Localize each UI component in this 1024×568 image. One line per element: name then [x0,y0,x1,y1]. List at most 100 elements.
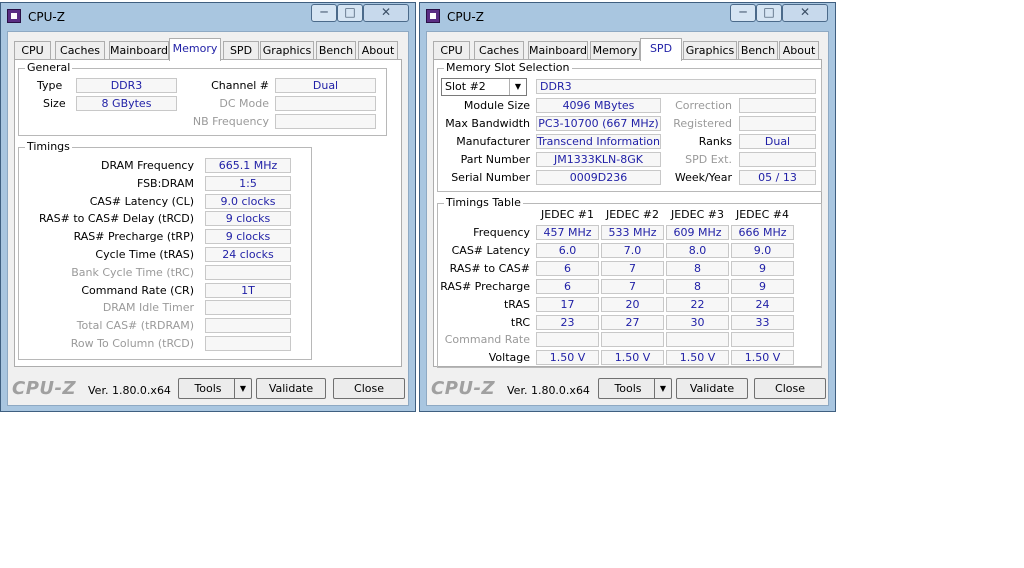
timing-cell [666,332,729,348]
timings-group: Timings DRAM Frequency 665.1 MHz FSB:DRAM 1… [18,140,312,360]
slot-select[interactable]: Slot #2 ▼ [441,78,527,96]
timing-cell: 9 [731,260,794,276]
cpuz-window-spd: CPU-Z ─ □ ✕ CPU Caches Mainboard Memory … [419,2,836,412]
title-bar[interactable]: CPU-Z ─ □ ✕ [1,3,415,27]
tab-about[interactable]: About [779,41,819,60]
spd-ext-value [739,152,816,167]
chevron-down-icon[interactable]: ▼ [509,79,526,95]
minimize-button[interactable]: ─ [730,4,756,22]
close-button[interactable]: Close [333,378,405,399]
cpuz-app-icon [426,9,440,23]
timings-table-legend: Timings Table [444,196,523,209]
timing-label: RAS# to CAS# Delay (tRCD) [38,212,194,226]
tab-bench[interactable]: Bench [738,41,778,60]
timing-cell: 24 [731,296,794,312]
timing-label: Command Rate (CR) [81,283,194,297]
timing-cell [536,332,599,348]
timing-cell [601,332,664,348]
timing-cell: 8 [666,260,729,276]
tab-mainboard[interactable]: Mainboard [109,41,169,60]
correction-value [739,98,816,113]
tab-spd[interactable]: SPD [640,38,682,61]
timing-label: CAS# Latency (CL) [89,194,194,208]
close-button[interactable]: Close [754,378,826,399]
manufacturer-label: Manufacturer [456,135,530,148]
column-header: JEDEC #4 [735,208,789,221]
timing-cell: 23 [536,314,599,330]
timing-cell: 1.50 V [536,350,599,366]
channel-label: Channel # [211,79,269,92]
cpuz-logo: CPU-Z [431,378,496,399]
chevron-down-icon[interactable]: ▼ [234,379,251,398]
timings-table-group: Timings Table JEDEC #1 JEDEC #2 JEDEC #3 JE… [437,196,822,368]
timing-value: 665.1 MHz [205,158,291,173]
title-bar[interactable]: CPU-Z ─ □ ✕ [420,3,835,27]
timing-cell: 27 [601,314,664,330]
close-window-button[interactable]: ✕ [363,4,409,22]
tab-graphics[interactable]: Graphics [260,41,314,60]
size-label: Size [43,97,66,110]
timing-cell: 666 MHz [731,225,794,240]
tools-button[interactable]: Tools ▼ [178,378,252,399]
module-size-label: Module Size [463,99,530,112]
timing-cell: 6.0 [536,242,599,258]
timing-cell: 9 [731,278,794,294]
footer-bar: CPU-Z Ver. 1.80.0.x64 Tools ▼ Validate C… [8,369,408,405]
timing-row-label: tRAS [503,297,530,311]
chevron-down-icon[interactable]: ▼ [654,379,671,398]
timing-value [205,264,291,280]
serial-number-label: Serial Number [451,171,530,184]
tab-about[interactable]: About [358,41,398,60]
tab-memory[interactable]: Memory [169,38,221,61]
column-header: JEDEC #2 [605,208,659,221]
tab-cpu[interactable]: CPU [14,41,51,60]
minimize-button[interactable]: ─ [311,4,337,22]
close-icon: ✕ [799,5,811,19]
tab-cpu[interactable]: CPU [433,41,470,60]
timing-value: 1:5 [205,175,291,191]
tab-bar: CPU Caches Mainboard Memory SPD Graphics… [14,38,402,61]
tab-memory[interactable]: Memory [590,41,640,60]
timing-cell: 533 MHz [601,225,664,240]
tab-bar: CPU Caches Mainboard Memory SPD Graphics… [433,38,822,61]
tab-mainboard[interactable]: Mainboard [528,41,588,60]
tab-spd[interactable]: SPD [223,41,259,60]
maximize-button[interactable]: □ [337,4,363,22]
tools-button[interactable]: Tools ▼ [598,378,672,399]
timing-row-label: RAS# to CAS# [449,261,530,275]
validate-button[interactable]: Validate [676,378,748,399]
timing-row-label: RAS# Precharge [440,279,530,293]
version-label: Ver. 1.80.0.x64 [88,384,171,397]
validate-button[interactable]: Validate [256,378,326,399]
tab-bench[interactable]: Bench [316,41,356,60]
timing-cell: 1.50 V [666,350,729,366]
cpuz-app-icon [7,9,21,23]
tab-caches[interactable]: Caches [55,41,105,60]
week-year-label: Week/Year [674,171,732,184]
timing-cell: 7 [601,260,664,276]
maximize-button[interactable]: □ [756,4,782,22]
dc-mode-label: DC Mode [219,97,269,110]
timing-value [205,300,291,316]
tools-label: Tools [194,382,222,395]
footer-bar: CPU-Z Ver. 1.80.0.x64 Tools ▼ Validate C… [427,369,828,405]
cpuz-window-memory: CPU-Z ─ □ ✕ CPU Caches Mainboard Memory … [0,2,416,412]
serial-number-value: 0009D236 [536,170,661,185]
window-title: CPU-Z [447,10,484,24]
timing-cell: 6 [536,260,599,276]
timing-cell: 8 [666,278,729,294]
timing-value [205,336,291,351]
cpuz-logo: CPU-Z [12,378,77,399]
timing-row-label: tRC [510,315,530,329]
timing-label: Total CAS# (tRDRAM) [76,319,194,333]
tab-graphics[interactable]: Graphics [683,41,737,60]
close-window-button[interactable]: ✕ [782,4,828,22]
timing-cell: 33 [731,314,794,330]
timing-cell: 609 MHz [666,225,729,240]
close-icon: ✕ [380,5,392,19]
timing-label: DRAM Idle Timer [102,301,194,315]
tab-caches[interactable]: Caches [474,41,524,60]
timing-label: FSB:DRAM [136,176,194,190]
timing-cell: 20 [601,296,664,312]
column-header: JEDEC #1 [540,208,594,221]
